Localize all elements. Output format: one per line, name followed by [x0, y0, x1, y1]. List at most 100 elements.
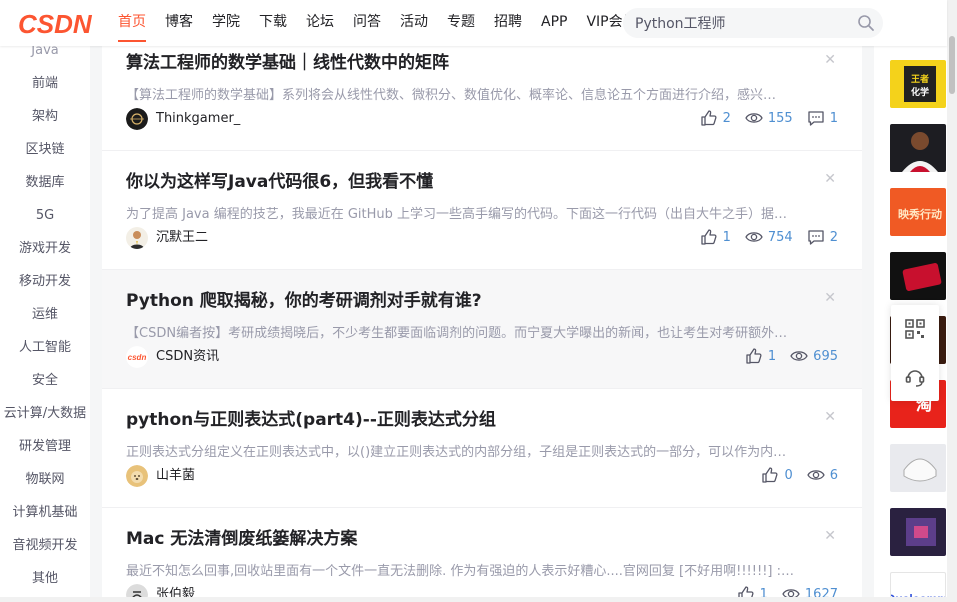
promo-thumbnail[interactable]: [890, 124, 946, 172]
article-card[interactable]: Mac 无法清倒废纸篓解决方案 最近不知怎么回事,回收站里面有一个文件一直无法删…: [102, 508, 862, 602]
article-desc[interactable]: 正则表达式分组定义在正则表达式中，以()建立正则表达式的内部分组，子组是正则表达…: [126, 444, 838, 462]
sidebar-item-frontend[interactable]: 前端: [0, 67, 90, 100]
sidebar-item-rd-management[interactable]: 研发管理: [0, 430, 90, 463]
article-desc[interactable]: 最近不知怎么回事,回收站里面有一个文件一直无法删除. 作为有强迫的人表示好糟心.…: [126, 563, 838, 581]
article-card[interactable]: 算法工程师的数学基础｜线性代数中的矩阵 【算法工程师的数学基础】系列将会从线性代…: [102, 32, 862, 151]
svg-text:映秀行动: 映秀行动: [898, 207, 942, 221]
horizontal-scrollbar[interactable]: [0, 597, 947, 602]
view-count: 6: [829, 467, 838, 483]
promo-image: 王者 化学: [904, 66, 936, 102]
main-nav: 首页 博客 学院 下载 论坛 问答 活动 专题 招聘 APP VIP会员: [118, 0, 656, 46]
sidebar-item-av-dev[interactable]: 音视频开发: [0, 529, 90, 562]
comment-stat[interactable]: 1: [807, 109, 838, 127]
article-stats: 0 6: [747, 466, 838, 484]
article-stats: 1 695: [731, 347, 838, 365]
sidebar-item-cloud-bigdata[interactable]: 云计算/大数据: [0, 397, 90, 430]
article-desc[interactable]: 【CSDN编者按】考研成绩揭晓后，不少考生都要面临调剂的问题。而宁夏大学曝出的新…: [126, 325, 838, 343]
author[interactable]: Thinkgamer_: [126, 107, 240, 131]
nav-item-app[interactable]: APP: [541, 0, 567, 46]
promo-image: [903, 458, 937, 482]
search-icon[interactable]: [857, 14, 875, 32]
article-stats: 1 754 2: [686, 228, 838, 246]
article-title[interactable]: Python 爬取揭秘，你的考研调剂对手就有谁?: [126, 290, 838, 312]
svg-text:csdn: csdn: [128, 353, 147, 362]
view-stat: 754: [745, 228, 793, 246]
comment-count: 2: [829, 229, 838, 245]
promo-image: 映秀行动: [898, 207, 942, 221]
top-navbar: CSDN 首页 博客 学院 下载 论坛 问答 活动 专题 招聘 APP VIP会…: [0, 0, 947, 46]
sidebar-item-other[interactable]: 其他: [0, 562, 90, 595]
sidebar-item-architecture[interactable]: 架构: [0, 100, 90, 133]
sidebar-item-security[interactable]: 安全: [0, 364, 90, 397]
like-count: 1: [722, 229, 731, 245]
like-stat[interactable]: 1: [700, 228, 731, 246]
nav-item-jobs[interactable]: 招聘: [494, 0, 522, 46]
like-stat[interactable]: 2: [700, 109, 731, 127]
sidebar-item-gamedev[interactable]: 游戏开发: [0, 232, 90, 265]
search-input[interactable]: [635, 13, 845, 33]
nav-item-forum[interactable]: 论坛: [306, 0, 334, 46]
like-count: 0: [784, 467, 793, 483]
article-footer: Thinkgamer_ 2 155 1: [126, 107, 838, 131]
csdn-logo[interactable]: CSDN: [18, 9, 92, 40]
article-title[interactable]: 算法工程师的数学基础｜线性代数中的矩阵: [126, 52, 838, 74]
author[interactable]: 山羊菌: [126, 464, 195, 488]
view-stat: 155: [745, 109, 793, 127]
sidebar-item-iot[interactable]: 物联网: [0, 463, 90, 496]
nav-item-qa[interactable]: 问答: [353, 0, 381, 46]
sidebar-item-ops[interactable]: 运维: [0, 298, 90, 331]
nav-item-blog[interactable]: 博客: [165, 0, 193, 46]
article-desc[interactable]: 为了提高 Java 编程的技艺，我最近在 GitHub 上学习一些高手编写的代码…: [126, 206, 838, 224]
promo-thumbnail[interactable]: [890, 508, 946, 556]
qrcode-button[interactable]: [891, 305, 939, 353]
promo-thumbnail[interactable]: [890, 444, 946, 492]
eye-icon: [745, 113, 763, 123]
author[interactable]: csdn CSDN资讯: [126, 345, 219, 369]
sidebar-item-blockchain[interactable]: 区块链: [0, 133, 90, 166]
view-stat: 6: [806, 466, 838, 484]
close-icon[interactable]: ✕: [824, 290, 836, 306]
nav-item-academy[interactable]: 学院: [212, 0, 240, 46]
comment-stat[interactable]: 2: [807, 228, 838, 246]
close-icon[interactable]: ✕: [824, 171, 836, 187]
nav-item-topics[interactable]: 专题: [447, 0, 475, 46]
like-stat[interactable]: 0: [761, 466, 793, 484]
article-desc[interactable]: 【算法工程师的数学基础】系列将会从线性代数、微积分、数值优化、概率论、信息论五个…: [126, 87, 838, 105]
view-stat: 695: [790, 347, 838, 365]
author-name: Thinkgamer_: [156, 111, 241, 126]
nav-item-events[interactable]: 活动: [400, 0, 428, 46]
vertical-scrollbar[interactable]: [947, 0, 957, 602]
view-count: 695: [813, 348, 838, 364]
eye-icon: [790, 351, 808, 361]
close-icon[interactable]: ✕: [824, 52, 836, 68]
sidebar-item-cs-basics[interactable]: 计算机基础: [0, 496, 90, 529]
author[interactable]: 沉默王二: [126, 226, 208, 250]
article-card[interactable]: 你以为这样写Java代码很6，但我看不懂 为了提高 Java 编程的技艺，我最近…: [102, 151, 862, 270]
like-stat[interactable]: 1: [745, 347, 776, 365]
sidebar-item-5g[interactable]: 5G: [0, 199, 90, 232]
sidebar-item-ai[interactable]: 人工智能: [0, 331, 90, 364]
scrollbar-thumb[interactable]: [949, 36, 955, 94]
article-footer: csdn CSDN资讯 1 695: [126, 345, 838, 369]
article-card[interactable]: Python 爬取揭秘，你的考研调剂对手就有谁? 【CSDN编者按】考研成绩揭晓…: [102, 270, 862, 389]
promo-thumbnail[interactable]: 映秀行动: [890, 188, 946, 236]
article-card[interactable]: python与正则表达式(part4)--正则表达式分组 正则表达式分组定义在正…: [102, 389, 862, 508]
view-count: 754: [767, 229, 793, 245]
promo-thumbnail[interactable]: [890, 252, 946, 300]
sidebar-item-java[interactable]: Java: [0, 46, 90, 67]
article-title[interactable]: python与正则表达式(part4)--正则表达式分组: [126, 409, 838, 431]
close-icon[interactable]: ✕: [824, 409, 836, 425]
close-icon[interactable]: ✕: [824, 528, 836, 544]
customer-service-button[interactable]: [891, 353, 939, 401]
avatar: [126, 227, 148, 249]
article-title[interactable]: 你以为这样写Java代码很6，但我看不懂: [126, 171, 838, 193]
article-title[interactable]: Mac 无法清倒废纸篓解决方案: [126, 528, 838, 550]
comment-icon: [808, 230, 824, 245]
like-count: 2: [722, 110, 731, 126]
promo-thumbnail[interactable]: 王者 化学: [890, 60, 946, 108]
sidebar-item-database[interactable]: 数据库: [0, 166, 90, 199]
author-name: 沉默王二: [156, 230, 209, 245]
nav-item-download[interactable]: 下载: [259, 0, 287, 46]
sidebar-item-mobile[interactable]: 移动开发: [0, 265, 90, 298]
nav-item-home[interactable]: 首页: [118, 0, 146, 46]
